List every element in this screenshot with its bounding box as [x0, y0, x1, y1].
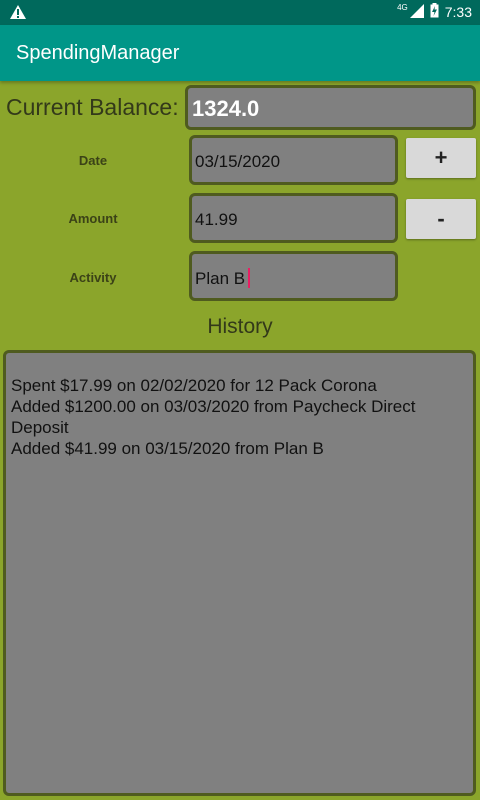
app-bar: SpendingManager [0, 25, 480, 81]
history-item: Added $41.99 on 03/15/2020 from Plan B [11, 439, 324, 458]
activity-label: Activity [69, 270, 117, 285]
balance-label: Current Balance: [6, 94, 179, 120]
date-field[interactable]: 03/15/2020 [189, 135, 398, 185]
app-title: SpendingManager [16, 42, 180, 64]
history-item: Added $1200.00 on 03/03/2020 from Payche… [11, 397, 416, 437]
history-item: Spent $17.99 on 02/02/2020 for 12 Pack C… [11, 376, 377, 395]
text-cursor [248, 268, 251, 288]
date-label: Date [78, 153, 108, 168]
battery-icon [430, 3, 439, 21]
status-bar: 4G 7:33 [0, 0, 480, 25]
signal-icon [409, 3, 424, 21]
activity-field[interactable]: Plan B [189, 251, 398, 301]
balance-value-field: 1324.0 [185, 85, 476, 130]
network-type: 4G [397, 2, 408, 12]
amount-label: Amount [68, 211, 118, 226]
activity-value: Plan B [195, 269, 246, 288]
clock: 7:33 [444, 4, 472, 20]
add-button[interactable]: + [406, 138, 476, 178]
history-list[interactable]: Spent $17.99 on 02/02/2020 for 12 Pack C… [3, 350, 476, 796]
subtract-button[interactable]: - [406, 199, 476, 239]
warning-icon [9, 4, 27, 20]
history-title: History [207, 315, 273, 338]
amount-field[interactable]: 41.99 [189, 193, 398, 243]
